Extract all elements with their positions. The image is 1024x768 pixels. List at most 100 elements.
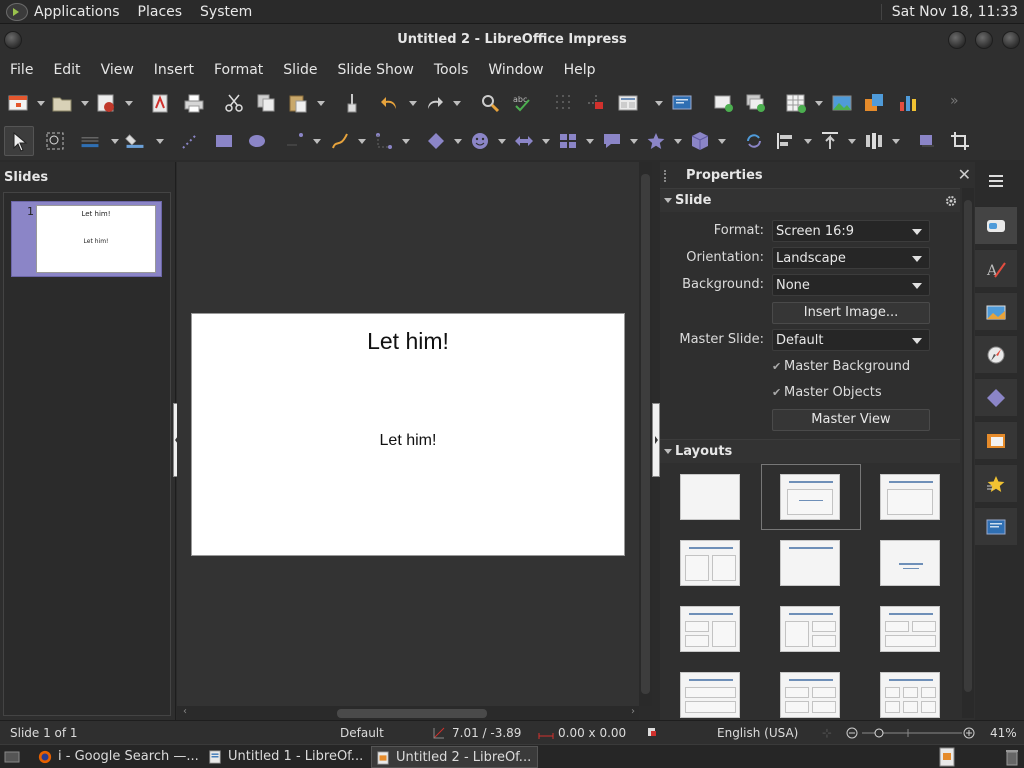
layout-centered-text[interactable] xyxy=(880,540,940,586)
new-document-icon[interactable] xyxy=(8,93,28,113)
connectors-icon[interactable] xyxy=(374,131,394,151)
collapse-sidebar-handle[interactable] xyxy=(652,403,660,477)
tab-styles[interactable]: A xyxy=(975,249,1017,287)
align-dropdown-arrow[interactable] xyxy=(804,139,812,144)
menu-slide[interactable]: Slide xyxy=(273,62,327,78)
save-icon[interactable] xyxy=(96,93,116,113)
menu-format[interactable]: Format xyxy=(204,62,273,78)
3d-objects-dropdown-arrow[interactable] xyxy=(718,139,726,144)
helplines-while-moving-icon[interactable] xyxy=(586,93,606,113)
copy-icon[interactable] xyxy=(256,93,276,113)
menu-window[interactable]: Window xyxy=(478,62,553,78)
tab-master-slides[interactable] xyxy=(975,507,1017,545)
master-view-button[interactable]: Master View xyxy=(772,409,930,431)
cut-icon[interactable] xyxy=(224,93,244,113)
rectangle-icon[interactable] xyxy=(214,131,234,151)
layout-title-content-2-content[interactable] xyxy=(780,606,840,652)
slide-settings-gear-icon[interactable] xyxy=(944,194,958,208)
block-arrows-icon[interactable] xyxy=(514,131,534,151)
layout-title-only[interactable] xyxy=(780,540,840,586)
panel-menu-system[interactable]: System xyxy=(200,4,252,20)
slide-canvas[interactable]: Let him! Let him! xyxy=(191,313,625,556)
menu-insert[interactable]: Insert xyxy=(144,62,204,78)
selection-mode-icon[interactable]: ⊹ xyxy=(822,726,832,740)
background-dropdown[interactable]: None xyxy=(772,274,930,296)
distribute-dropdown-arrow[interactable] xyxy=(892,139,900,144)
properties-scroll-thumb[interactable] xyxy=(964,200,972,692)
crop-icon[interactable] xyxy=(950,131,970,151)
maximize-button[interactable] xyxy=(975,31,993,49)
fill-color-dropdown-arrow[interactable] xyxy=(156,139,164,144)
undo-dropdown-arrow[interactable] xyxy=(409,101,417,106)
symbol-shapes-dropdown-arrow[interactable] xyxy=(498,139,506,144)
edit-vertical-scroll-thumb[interactable] xyxy=(641,174,650,694)
slide-layout-icon[interactable] xyxy=(618,93,638,113)
redo-icon[interactable] xyxy=(424,93,444,113)
show-desktop-icon[interactable] xyxy=(4,749,20,765)
tab-animation[interactable] xyxy=(975,464,1017,502)
distribute-icon[interactable] xyxy=(864,131,884,151)
layout-title-6-content[interactable] xyxy=(880,672,940,718)
status-master-name[interactable]: Default xyxy=(340,726,384,740)
find-replace-icon[interactable] xyxy=(480,93,500,113)
lines-arrows-icon[interactable] xyxy=(285,131,305,151)
insert-image-icon[interactable] xyxy=(832,93,852,113)
shadow-icon[interactable] xyxy=(916,131,936,151)
tab-gallery[interactable] xyxy=(975,292,1017,330)
tab-properties[interactable] xyxy=(975,206,1017,244)
select-tool-button[interactable] xyxy=(4,126,34,156)
layout-title-2-content[interactable] xyxy=(680,540,740,586)
symbol-shapes-icon[interactable] xyxy=(470,131,490,151)
edit-horizontal-scrollbar[interactable]: ‹ › xyxy=(177,706,639,720)
sidebar-menu-icon[interactable] xyxy=(988,174,1004,188)
curves-polygons-icon[interactable] xyxy=(330,131,350,151)
panel-menu-applications[interactable]: Applications xyxy=(34,4,120,20)
table-dropdown-arrow[interactable] xyxy=(815,101,823,106)
basic-shapes-icon[interactable] xyxy=(426,131,446,151)
redo-dropdown-arrow[interactable] xyxy=(453,101,461,106)
flowchart-dropdown-arrow[interactable] xyxy=(586,139,594,144)
insert-media-icon[interactable] xyxy=(864,93,884,113)
line-color-icon[interactable] xyxy=(80,131,100,151)
duplicate-slide-icon[interactable] xyxy=(746,93,766,113)
save-dropdown-arrow[interactable] xyxy=(125,101,133,106)
master-objects-checkbox[interactable]: ✔ Master Objects xyxy=(772,385,882,400)
slide-sorter-list[interactable]: 1 Let him! Let him! xyxy=(3,192,171,716)
task-untitled-1[interactable]: Untitled 1 - LibreOf... xyxy=(204,746,366,768)
tab-navigator[interactable] xyxy=(975,335,1017,373)
lines-dropdown-arrow[interactable] xyxy=(313,139,321,144)
stars-banners-icon[interactable] xyxy=(646,131,666,151)
deck-grip-icon[interactable] xyxy=(664,170,667,182)
undo-icon[interactable] xyxy=(380,93,400,113)
document-modified-icon[interactable] xyxy=(647,727,657,737)
layout-title-content-over-content[interactable] xyxy=(680,672,740,718)
connectors-dropdown-arrow[interactable] xyxy=(402,139,410,144)
print-icon[interactable] xyxy=(184,93,204,113)
panel-clock[interactable]: Sat Nov 18, 11:33 xyxy=(880,4,1018,20)
insert-image-button[interactable]: Insert Image... xyxy=(772,302,930,324)
new-slide-icon[interactable] xyxy=(714,93,734,113)
callout-shapes-icon[interactable] xyxy=(602,131,622,151)
task-google-search[interactable]: i - Google Search —... xyxy=(34,746,202,768)
layout-title-content[interactable] xyxy=(880,474,940,520)
master-background-checkbox[interactable]: ✔ Master Background xyxy=(772,359,910,374)
edit-horizontal-scroll-thumb[interactable] xyxy=(337,709,487,718)
start-slideshow-icon[interactable] xyxy=(672,93,692,113)
scroll-right-icon[interactable]: › xyxy=(631,706,635,717)
menu-slide-show[interactable]: Slide Show xyxy=(327,62,423,78)
layout-title-slide[interactable] xyxy=(780,474,840,520)
orientation-dropdown[interactable]: Landscape xyxy=(772,247,930,269)
arrange-dropdown-arrow[interactable] xyxy=(848,139,856,144)
layout-dropdown-arrow[interactable] xyxy=(655,101,663,106)
properties-scrollbar[interactable] xyxy=(962,188,974,718)
close-window-button[interactable] xyxy=(1002,31,1020,49)
rotate-icon[interactable] xyxy=(744,131,764,151)
insert-table-icon[interactable] xyxy=(786,93,806,113)
menu-help[interactable]: Help xyxy=(554,62,606,78)
minimize-button[interactable] xyxy=(948,31,966,49)
align-objects-icon[interactable] xyxy=(776,131,796,151)
trash-icon[interactable] xyxy=(1004,748,1020,766)
zoom-slider[interactable] xyxy=(846,727,976,739)
arrange-icon[interactable] xyxy=(820,131,840,151)
paste-icon[interactable] xyxy=(288,93,308,113)
